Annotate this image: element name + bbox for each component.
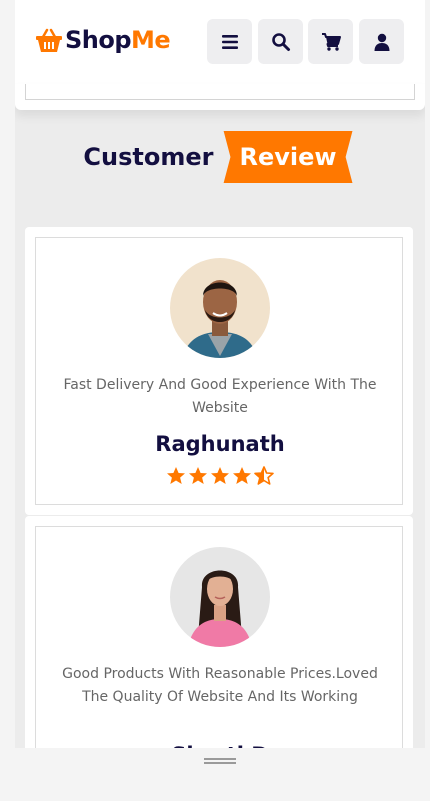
account-button[interactable] bbox=[359, 19, 404, 64]
panel-inner-border bbox=[25, 84, 415, 100]
review-card: Fast Delivery And Good Experience With T… bbox=[25, 227, 413, 515]
section-heading: Customer Review bbox=[15, 128, 425, 186]
star-icon bbox=[189, 467, 207, 484]
user-icon bbox=[374, 33, 389, 51]
star-half-icon bbox=[254, 466, 274, 485]
logo-text-accent: Me bbox=[131, 26, 171, 54]
header-dropdown-panel bbox=[15, 84, 425, 110]
reviewer-avatar bbox=[170, 547, 270, 647]
review-text: Fast Delivery And Good Experience With T… bbox=[63, 377, 377, 416]
search-button[interactable] bbox=[258, 19, 303, 64]
reviewer-avatar bbox=[170, 258, 270, 358]
drag-handle-icon[interactable] bbox=[204, 758, 236, 760]
heading-accent-text: Review bbox=[223, 131, 353, 183]
logo-text-main: Shop bbox=[65, 26, 132, 54]
cart-icon bbox=[321, 32, 341, 51]
review-card: Good Products With Reasonable Prices.Lov… bbox=[25, 516, 413, 773]
heading-text: Customer bbox=[83, 143, 214, 171]
bottom-sheet-bar bbox=[15, 748, 425, 773]
star-rating bbox=[36, 466, 404, 486]
menu-icon bbox=[221, 34, 238, 49]
basket-icon bbox=[36, 28, 62, 52]
review-card-inner: Fast Delivery And Good Experience With T… bbox=[35, 237, 403, 505]
cart-button[interactable] bbox=[308, 19, 353, 64]
search-icon bbox=[271, 32, 290, 51]
reviewer-name: Raghunath bbox=[155, 432, 285, 456]
star-icon bbox=[211, 467, 229, 484]
menu-button[interactable] bbox=[207, 19, 252, 64]
star-icon bbox=[233, 467, 251, 484]
review-card-inner: Good Products With Reasonable Prices.Lov… bbox=[35, 526, 403, 773]
logo-text: ShopMe bbox=[65, 26, 171, 54]
page-viewport: ShopMe Customer Review Fast Delivery And… bbox=[15, 0, 425, 773]
review-text: Good Products With Reasonable Prices.Lov… bbox=[62, 666, 378, 705]
site-header: ShopMe bbox=[15, 0, 425, 84]
site-logo[interactable]: ShopMe bbox=[35, 26, 171, 54]
star-icon bbox=[167, 467, 185, 484]
